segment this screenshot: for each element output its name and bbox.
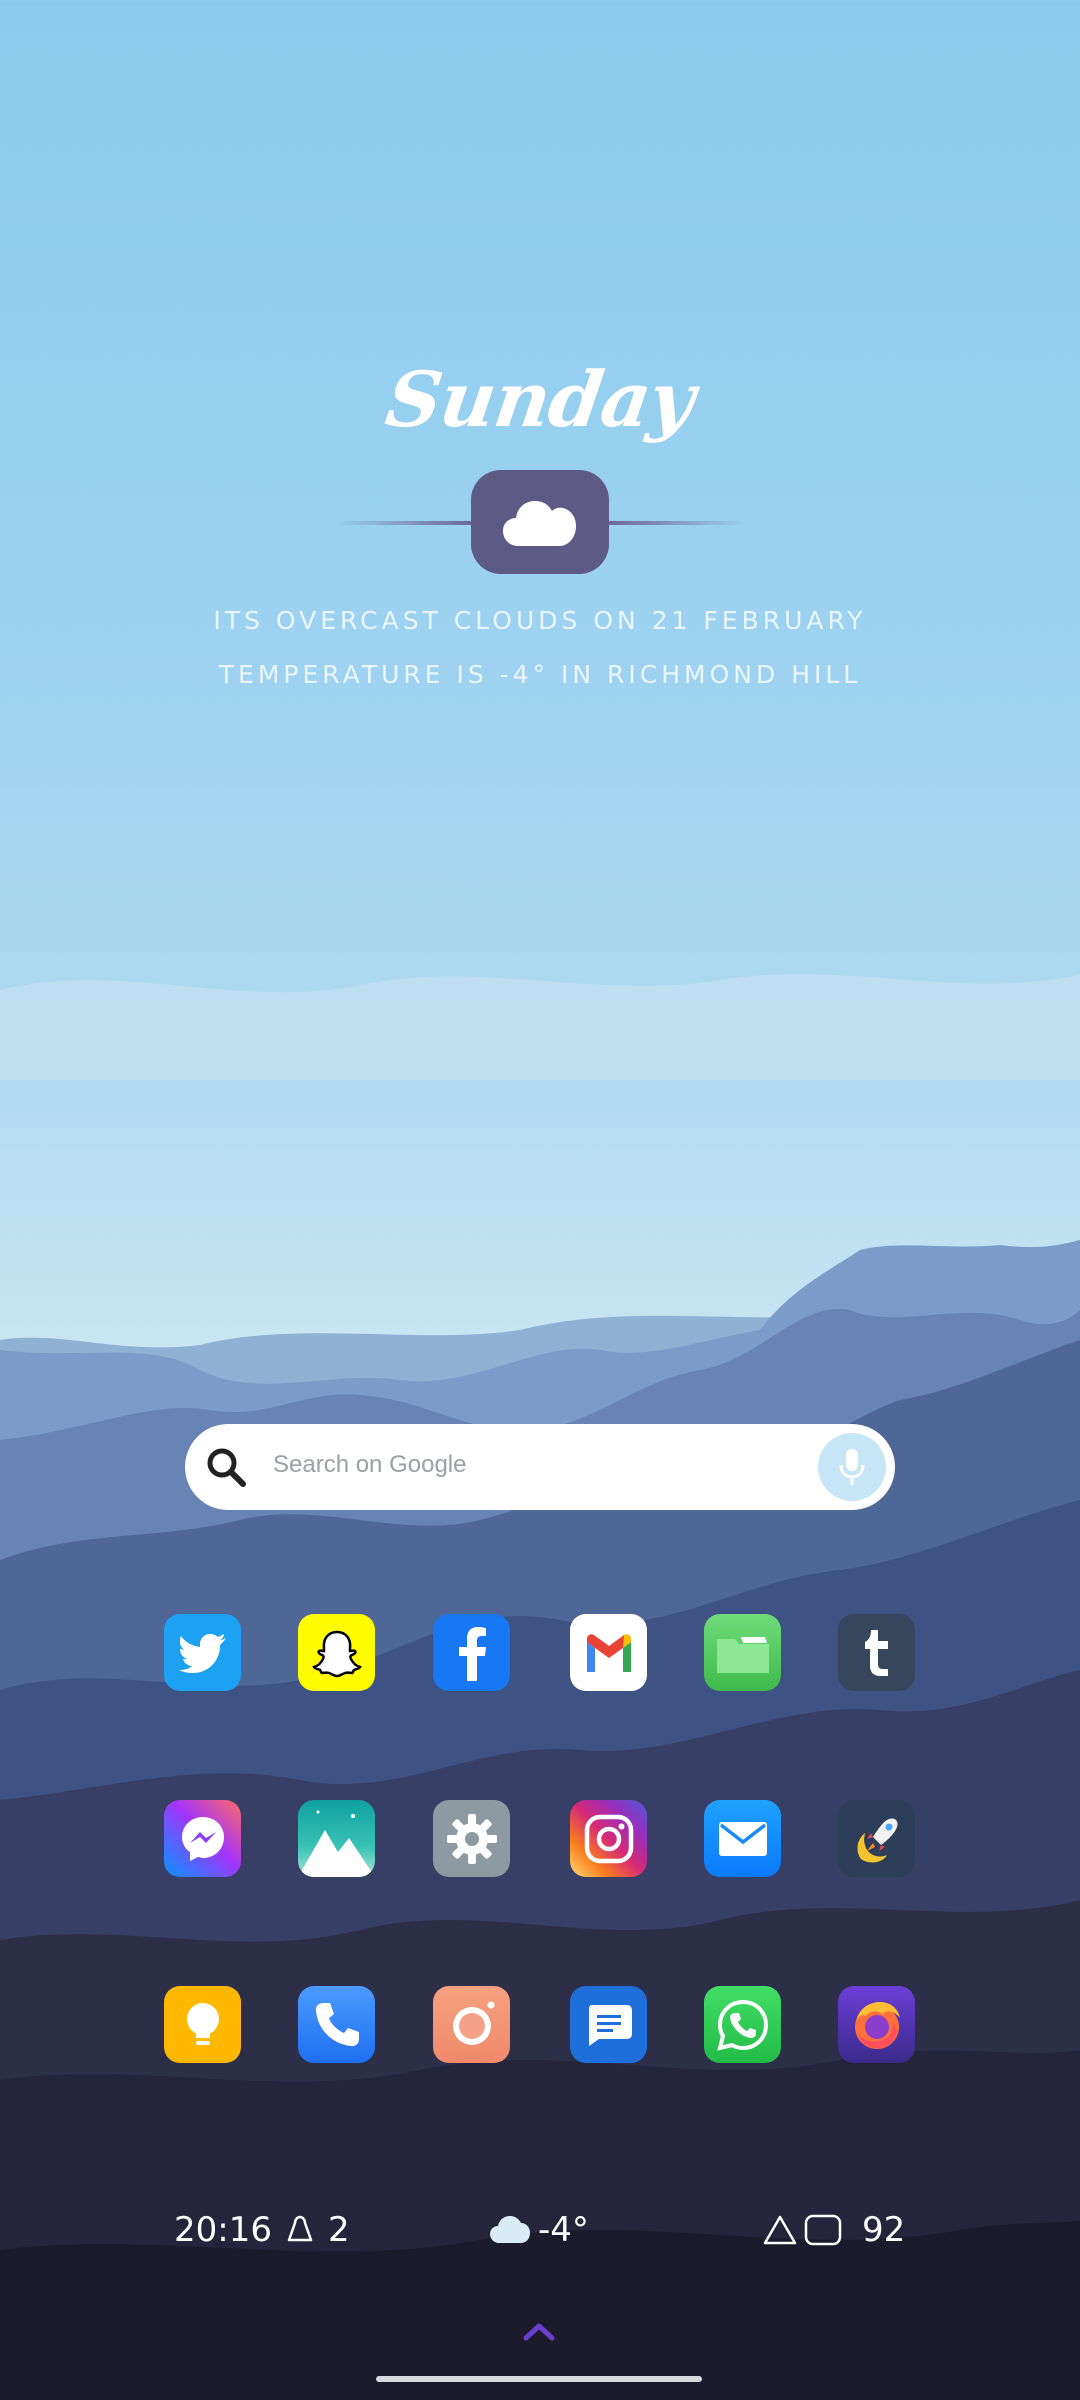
triangle-icon	[763, 2215, 797, 2245]
mic-icon	[839, 1449, 865, 1485]
messenger-app[interactable]	[164, 1800, 241, 1877]
cloud-icon	[503, 501, 576, 546]
weather-description: ITS OVERCAST CLOUDS ON 21 FEBRUARY	[213, 606, 867, 635]
camera-app[interactable]	[433, 1986, 510, 2063]
search-icon	[207, 1448, 246, 1487]
gallery-app[interactable]	[298, 1800, 375, 1877]
instagram-app[interactable]	[570, 1800, 647, 1877]
camera-lens-icon	[452, 2001, 494, 2045]
email-app[interactable]	[704, 1800, 781, 1877]
twitter-app[interactable]	[164, 1614, 241, 1691]
whatsapp-icon	[716, 1999, 768, 2051]
gmail-icon	[586, 1633, 631, 1672]
cloud-weather-icon	[490, 2216, 530, 2243]
app-drawer-chevron-up-icon[interactable]	[522, 2320, 556, 2342]
temperature-description: TEMPERATURE IS -4° IN RICHMOND HILL	[218, 660, 862, 689]
status-weather: -4°	[490, 2208, 589, 2252]
facebook-icon	[458, 1626, 486, 1681]
tips-app[interactable]	[164, 1986, 241, 2063]
rocket-moon-icon	[857, 1817, 898, 1862]
divider-left	[335, 521, 475, 525]
tumblr-app[interactable]	[838, 1614, 915, 1691]
day-title: Sunday	[380, 355, 700, 444]
snapchat-app[interactable]	[298, 1614, 375, 1691]
chat-bubble-icon	[588, 2004, 632, 2046]
gmail-app[interactable]	[570, 1614, 647, 1691]
gear-icon	[446, 1813, 497, 1864]
notification-count: 2	[327, 2210, 350, 2250]
mountain-photo-icon	[298, 1810, 375, 1877]
folder-icon	[716, 1636, 769, 1673]
tumblr-icon	[864, 1629, 888, 1676]
settings-app[interactable]	[433, 1800, 510, 1877]
lightbulb-icon	[186, 2002, 219, 2045]
phone-app[interactable]	[298, 1986, 375, 2063]
launcher-app[interactable]	[838, 1800, 915, 1877]
search-placeholder: Search on Google	[273, 1451, 467, 1478]
weather-temperature: -4°	[538, 2210, 589, 2250]
snapchat-icon	[311, 1630, 362, 1677]
status-left: 20:16 2	[174, 2208, 350, 2252]
messenger-icon	[181, 1816, 224, 1861]
divider-right	[605, 521, 745, 525]
weather-badge[interactable]	[471, 470, 609, 574]
twitter-icon	[178, 1633, 226, 1673]
facebook-app[interactable]	[433, 1614, 510, 1691]
whatsapp-app[interactable]	[704, 1986, 781, 2063]
home-gesture-bar[interactable]	[376, 2376, 702, 2382]
google-search-bar[interactable]: Search on Google	[185, 1424, 895, 1510]
square-icon	[804, 2214, 842, 2246]
firefox-icon	[854, 2001, 900, 2049]
messages-app[interactable]	[570, 1986, 647, 2063]
clock-time: 20:16	[174, 2210, 272, 2250]
files-app[interactable]	[704, 1614, 781, 1691]
instagram-icon	[584, 1814, 633, 1863]
firefox-app[interactable]	[838, 1986, 915, 2063]
voice-search-button[interactable]	[818, 1433, 886, 1501]
envelope-icon	[718, 1821, 767, 1856]
notification-bell-icon	[287, 2215, 313, 2242]
phone-icon	[315, 2002, 359, 2046]
battery-level: 92	[862, 2210, 906, 2250]
status-right: 92	[762, 2208, 905, 2252]
